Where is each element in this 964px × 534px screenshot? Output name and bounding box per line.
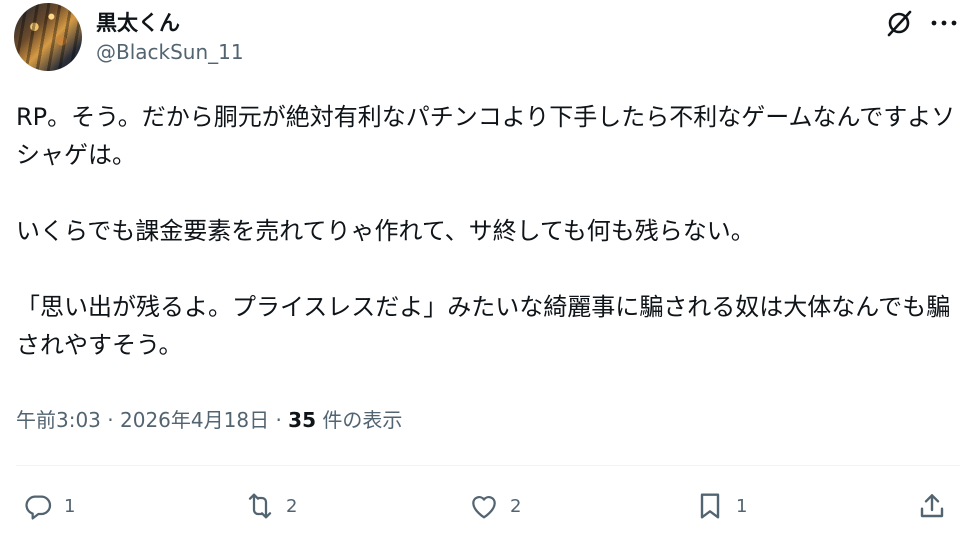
author-display-name[interactable]: 黒太くん: [96, 7, 180, 37]
bookmark-icon: [700, 493, 720, 519]
share-icon: [920, 494, 944, 518]
post-time[interactable]: 午前3:03: [16, 408, 101, 432]
repost-count: 2: [286, 495, 298, 517]
meta-separator: ·: [107, 408, 114, 432]
repost-icon: [248, 493, 272, 519]
reply-icon: [25, 495, 52, 520]
meta-separator: ·: [275, 408, 282, 432]
reply-button[interactable]: 1: [22, 486, 75, 526]
post-date[interactable]: 2026年4月18日: [120, 408, 269, 432]
repost-button[interactable]: 2: [244, 486, 297, 526]
views-count: 35: [288, 408, 316, 432]
more-icon[interactable]: [930, 18, 958, 28]
post-text: RP。そう。だから胴元が絶対有利なパチンコより下手したら不利なゲームなんですよソ…: [16, 103, 956, 359]
bookmark-count: 1: [736, 495, 748, 517]
divider: [16, 465, 960, 466]
post-meta: 午前3:03 · 2026年4月18日 · 35 件の表示: [16, 404, 402, 433]
heart-icon: [472, 495, 496, 519]
author-handle[interactable]: @BlackSun_11: [96, 40, 244, 64]
reply-count: 1: [64, 495, 76, 517]
like-button[interactable]: 2: [468, 486, 521, 526]
avatar[interactable]: [14, 3, 82, 71]
views-label: 件の表示: [322, 408, 403, 432]
grok-icon[interactable]: [884, 8, 914, 38]
share-button[interactable]: [916, 486, 948, 526]
like-count: 2: [510, 495, 522, 517]
bookmark-button[interactable]: 1: [694, 486, 747, 526]
